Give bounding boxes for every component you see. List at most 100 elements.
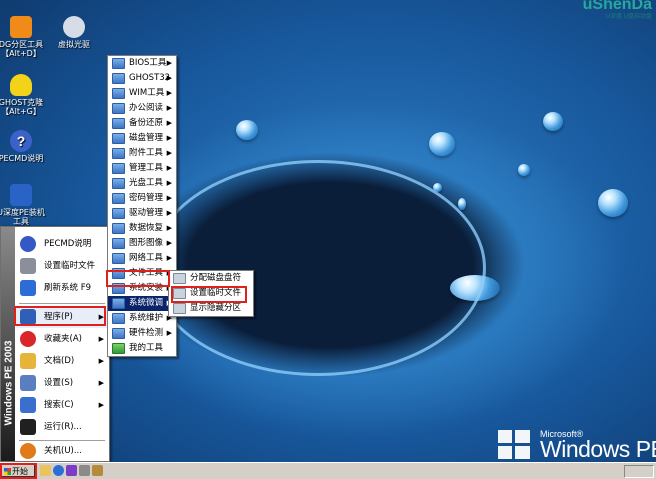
programs-item[interactable]: BIOS工具 ▶ bbox=[108, 56, 176, 71]
programs-item[interactable]: 附件工具 ▶ bbox=[108, 146, 176, 161]
brand-windows-pe: Windows PE bbox=[540, 436, 656, 462]
folder-icon bbox=[112, 73, 125, 84]
start-item-refresh[interactable]: 刷新系统 F9 bbox=[16, 277, 108, 299]
chevron-right-icon: ▶ bbox=[98, 401, 104, 409]
programs-item-my-tools[interactable]: 我的工具 bbox=[108, 341, 176, 356]
chevron-right-icon: ▶ bbox=[166, 74, 172, 82]
folder-icon bbox=[112, 298, 125, 309]
chevron-right-icon: ▶ bbox=[98, 357, 104, 365]
help-icon bbox=[20, 236, 36, 252]
chevron-right-icon: ▶ bbox=[166, 194, 172, 202]
drive-icon bbox=[173, 303, 186, 314]
folder-icon bbox=[112, 328, 125, 339]
favorites-icon bbox=[20, 331, 36, 347]
programs-item[interactable]: 磁盘管理 ▶ bbox=[108, 131, 176, 146]
pen-icon[interactable] bbox=[92, 465, 103, 476]
menu-separator bbox=[19, 303, 105, 304]
search-icon bbox=[20, 397, 36, 413]
programs-item[interactable]: 办公阅读 ▶ bbox=[108, 101, 176, 116]
programs-item[interactable]: 管理工具 ▶ bbox=[108, 161, 176, 176]
start-item-label: 关机(U)... bbox=[44, 446, 82, 456]
start-item-settings[interactable]: 设置(S) ▶ bbox=[16, 372, 108, 394]
tweak-item-assign-drive-letter[interactable]: 分配磁盘盘符 bbox=[169, 271, 253, 286]
programs-item[interactable]: 光盘工具 ▶ bbox=[108, 176, 176, 191]
desktop-icon-pecmd[interactable]: ? PECMD说明 bbox=[0, 130, 45, 163]
virtual-cdrom-icon bbox=[63, 16, 85, 38]
programs-item-label: 驱动管理 bbox=[129, 208, 164, 218]
desktop-icon-label: DG分区工具 【Alt+D】 bbox=[0, 40, 44, 58]
water-splash-ring bbox=[150, 160, 486, 376]
programs-item-label: 管理工具 bbox=[129, 163, 164, 173]
folder-icon bbox=[112, 253, 125, 264]
chevron-right-icon: ▶ bbox=[166, 329, 172, 337]
water-drop bbox=[429, 132, 455, 156]
water-drop bbox=[236, 120, 258, 140]
start-item-documents[interactable]: 文档(D) ▶ bbox=[16, 350, 108, 372]
programs-item-label: 系统维护 bbox=[129, 313, 164, 323]
start-item-favorites[interactable]: 收藏夹(A) ▶ bbox=[16, 328, 108, 350]
folder-icon bbox=[112, 148, 125, 159]
programs-item[interactable]: 备份还原 ▶ bbox=[108, 116, 176, 131]
programs-item[interactable]: 系统维护 ▶ bbox=[108, 311, 176, 326]
chevron-right-icon: ▶ bbox=[166, 59, 172, 67]
water-drop bbox=[518, 164, 530, 176]
start-item-label: 运行(R)... bbox=[44, 422, 82, 432]
start-item-pecmd[interactable]: PECMD说明 bbox=[16, 233, 108, 255]
programs-item[interactable]: 密码管理 ▶ bbox=[108, 191, 176, 206]
chevron-right-icon: ▶ bbox=[166, 104, 172, 112]
programs-item-label: 图形图像 bbox=[129, 238, 164, 248]
tweak-item-label: 显示隐藏分区 bbox=[190, 303, 242, 313]
folder-icon bbox=[112, 313, 125, 324]
installer-icon bbox=[10, 184, 32, 206]
programs-item-system-tweak[interactable]: 系统微调▶ bbox=[108, 296, 176, 311]
programs-item-label: 系统微调 bbox=[129, 298, 164, 308]
tweak-item-show-hidden-partition[interactable]: 显示隐藏分区 bbox=[169, 301, 253, 316]
folder-icon bbox=[112, 208, 125, 219]
desktop-icon-label: PECMD说明 bbox=[0, 154, 44, 163]
start-item-search[interactable]: 搜索(C) ▶ bbox=[16, 394, 108, 416]
media-icon[interactable] bbox=[66, 465, 77, 476]
start-item-run[interactable]: 运行(R)... bbox=[16, 416, 108, 438]
programs-item[interactable]: 图形图像 ▶ bbox=[108, 236, 176, 251]
start-item-label: 设置(S) bbox=[44, 378, 74, 388]
ie-icon[interactable] bbox=[53, 465, 64, 476]
documents-icon bbox=[20, 353, 36, 369]
programs-item[interactable]: 数据恢复 ▶ bbox=[108, 221, 176, 236]
start-menu: Windows PE 2003 PECMD说明 设置临时文件 刷新系统 F9 程… bbox=[0, 226, 110, 462]
programs-item[interactable]: 驱动管理 ▶ bbox=[108, 206, 176, 221]
programs-item-label: BIOS工具 bbox=[129, 58, 167, 68]
programs-item-label: 数据恢复 bbox=[129, 223, 164, 233]
start-item-label: 搜索(C) bbox=[44, 400, 74, 410]
chevron-right-icon: ▶ bbox=[166, 179, 172, 187]
chevron-right-icon: ▶ bbox=[98, 379, 104, 387]
chevron-right-icon: ▶ bbox=[166, 119, 172, 127]
refresh-icon bbox=[20, 280, 36, 296]
programs-item-label: 密码管理 bbox=[129, 193, 164, 203]
folder-icon bbox=[112, 88, 125, 99]
desktop-icon-label: U深度PE装机 工具 bbox=[0, 208, 45, 226]
desktop-icon-virtual-cdrom[interactable]: 虚拟光驱 bbox=[50, 16, 98, 49]
brand-logo: uShenDa U深度 U盘启动盘 bbox=[582, 0, 652, 20]
programs-item[interactable]: 硬件检测 ▶ bbox=[108, 326, 176, 341]
programs-item-label: 光盘工具 bbox=[129, 178, 164, 188]
desktop-icon-installer[interactable]: U深度PE装机 工具 bbox=[0, 184, 45, 226]
programs-item[interactable]: 网络工具 ▶ bbox=[108, 251, 176, 266]
chevron-right-icon: ▶ bbox=[166, 224, 172, 232]
start-item-label: 设置临时文件 bbox=[44, 261, 96, 271]
water-drop bbox=[543, 112, 563, 131]
explorer-icon[interactable] bbox=[40, 465, 51, 476]
folder-icon bbox=[112, 58, 125, 69]
start-item-temp-file[interactable]: 设置临时文件 bbox=[16, 255, 108, 277]
desktop-icon-diskgenius[interactable]: DG分区工具 【Alt+D】 bbox=[0, 16, 45, 58]
folder-icon bbox=[112, 223, 125, 234]
chevron-right-icon: ▶ bbox=[166, 89, 172, 97]
chevron-right-icon: ▶ bbox=[166, 254, 172, 262]
help-icon: ? bbox=[10, 130, 32, 152]
programs-item[interactable]: WIM工具 ▶ bbox=[108, 86, 176, 101]
tool-icon[interactable] bbox=[79, 465, 90, 476]
water-drop bbox=[598, 189, 628, 217]
start-item-shutdown[interactable]: 关机(U)... bbox=[16, 441, 108, 461]
programs-item[interactable]: GHOST32 ▶ bbox=[108, 71, 176, 86]
chevron-right-icon: ▶ bbox=[166, 164, 172, 172]
desktop-icon-ghost[interactable]: GHOST克隆 【Alt+G】 bbox=[0, 74, 45, 116]
